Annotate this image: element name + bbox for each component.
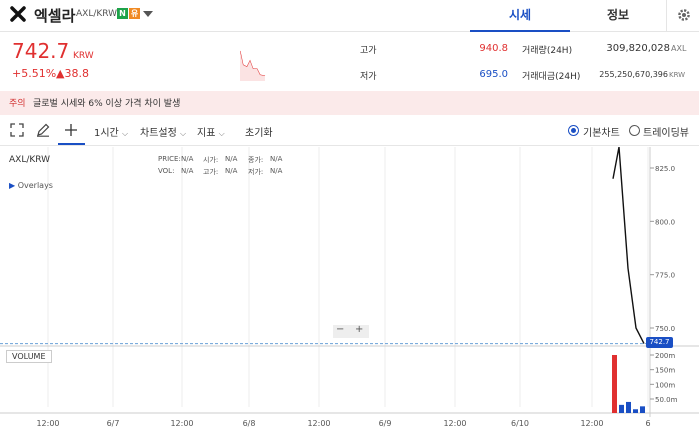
open-value: N/A	[225, 155, 238, 163]
price-summary: 742.7 KRW +5.51% ▲38.8 고가 940.8 저가 695.0…	[0, 33, 699, 91]
x-tick-label: 6/8	[243, 419, 256, 428]
tab-market[interactable]: 시세	[470, 0, 570, 32]
high-label: 고가:	[203, 168, 219, 176]
chart-symbol: AXL/KRW	[9, 155, 51, 165]
reset-button[interactable]: 초기화	[245, 124, 273, 139]
current-price: 742.7	[12, 39, 70, 63]
volume-bar	[612, 355, 617, 413]
volume-24h-unit: AXL	[671, 44, 687, 53]
change-amount: ▲38.8	[56, 67, 89, 80]
x-tick-label: 6/9	[379, 419, 392, 428]
current-price-tag: 742.7	[646, 337, 673, 348]
x-tick-label: 12:00	[580, 419, 603, 428]
gear-icon[interactable]	[676, 7, 692, 23]
basic-chart-radio[interactable]	[568, 125, 579, 136]
volume-label: VOLUME	[6, 350, 52, 363]
fullscreen-icon[interactable]	[10, 123, 24, 137]
zoom-out-button[interactable]: −	[336, 324, 344, 335]
chevron-down-icon: ⌵	[218, 129, 225, 138]
low-value: 695.0	[479, 69, 508, 80]
chart-canvas[interactable]: 12:00 6/7 12:00 6/8 12:00 6/9 12:00 6/10 12:00 6 8…	[0, 147, 699, 434]
indicators-label: 지표	[197, 128, 216, 139]
change-percent: +5.51%	[12, 67, 57, 80]
price-value: N/A	[181, 155, 194, 163]
price-label: PRICE:	[158, 155, 181, 163]
overlays-toggle[interactable]: ▶ Overlays	[9, 181, 53, 190]
volume-tick-label: 150m	[655, 367, 675, 375]
crosshair-active-indicator	[58, 143, 85, 145]
x-tick-label: 6/7	[107, 419, 120, 428]
pencil-icon[interactable]	[36, 123, 50, 137]
tradingview-label[interactable]: 트레이딩뷰	[643, 124, 689, 139]
high-value: 940.8	[479, 43, 508, 54]
x-tick-label: 6	[645, 419, 650, 428]
volume-tick-label: 50.0m	[655, 396, 678, 404]
low-label: 저가:	[248, 168, 264, 176]
turnover-24h-unit: KRW	[669, 71, 686, 79]
y-tick-label: 775.0	[655, 272, 675, 280]
open-label: 시가:	[203, 156, 219, 164]
basic-chart-label[interactable]: 기본차트	[583, 124, 620, 139]
volume-tick-label: 200m	[655, 352, 675, 360]
high-label: 고가	[360, 46, 377, 56]
coin-pair: AXL/KRW	[76, 9, 118, 19]
x-tick-label: 6/10	[511, 419, 529, 428]
tab-info[interactable]: 정보	[570, 0, 666, 32]
interval-select[interactable]: 1시간 ⌵	[94, 124, 128, 139]
price-chart[interactable]: 12:00 6/7 12:00 6/8 12:00 6/9 12:00 6/10 12:00 6 8…	[0, 147, 699, 434]
high-value: N/A	[225, 167, 238, 175]
mini-price-chart	[240, 47, 340, 81]
chart-toolbar: 1시간 ⌵ 차트설정 ⌵ 지표 ⌵ 초기화 기본차트 트레이딩뷰	[0, 116, 699, 146]
price-line	[612, 147, 645, 344]
axelar-logo-icon	[10, 6, 26, 22]
low-value: N/A	[270, 167, 283, 175]
coin-select-dropdown-icon[interactable]	[143, 11, 153, 17]
chart-settings-select[interactable]: 차트설정 ⌵	[140, 124, 186, 139]
vol-value: N/A	[181, 167, 194, 175]
overlays-label: Overlays	[17, 181, 53, 190]
divider	[666, 0, 667, 32]
crosshair-icon[interactable]	[64, 123, 78, 137]
volume-24h-value: 309,820,028	[606, 43, 670, 54]
play-triangle-icon: ▶	[9, 181, 16, 190]
y-tick-label: 750.0	[655, 325, 675, 333]
close-label: 종가:	[248, 156, 264, 164]
chart-settings-label: 차트설정	[140, 128, 177, 139]
x-tick-label: 12:00	[307, 419, 330, 428]
x-tick-label: 12:00	[36, 419, 59, 428]
turnover-24h-label: 거래대금(24H)	[522, 72, 581, 82]
tradingview-radio[interactable]	[629, 125, 640, 136]
y-tick-label: 825.0	[655, 165, 675, 173]
volume-bar	[633, 409, 638, 413]
x-tick-label: 12:00	[443, 419, 466, 428]
interval-label: 1시간	[94, 128, 119, 139]
volume-bar	[640, 406, 645, 413]
warning-badge: 유	[129, 8, 140, 19]
close-value: N/A	[270, 155, 283, 163]
notice-tag: 주의	[9, 99, 26, 109]
header: 엑셀라 AXL/KRW N 유 시세 정보	[0, 0, 699, 32]
x-tick-label: 12:00	[170, 419, 193, 428]
vol-label: VOL:	[158, 167, 175, 175]
indicators-select[interactable]: 지표 ⌵	[197, 124, 225, 139]
coin-name: 엑셀라	[34, 7, 76, 25]
volume-24h-label: 거래량(24H)	[522, 46, 573, 56]
volume-bar	[626, 401, 631, 413]
low-label: 저가	[360, 72, 377, 82]
zoom-control: − +	[333, 324, 369, 338]
new-badge: N	[117, 8, 128, 19]
y-tick-label: 800.0	[655, 218, 675, 226]
volume-tick-label: 100m	[655, 381, 675, 389]
price-gap-notice: 주의 글로벌 시세와 6% 이상 가격 차이 발생	[0, 91, 699, 115]
chevron-down-icon: ⌵	[180, 129, 187, 138]
volume-bar	[619, 404, 624, 413]
price-unit: KRW	[73, 51, 94, 61]
chevron-down-icon: ⌵	[121, 129, 129, 138]
notice-text: 글로벌 시세와 6% 이상 가격 차이 발생	[33, 99, 181, 109]
turnover-24h-value: 255,250,670,396	[599, 70, 668, 79]
zoom-in-button[interactable]: +	[355, 324, 363, 335]
